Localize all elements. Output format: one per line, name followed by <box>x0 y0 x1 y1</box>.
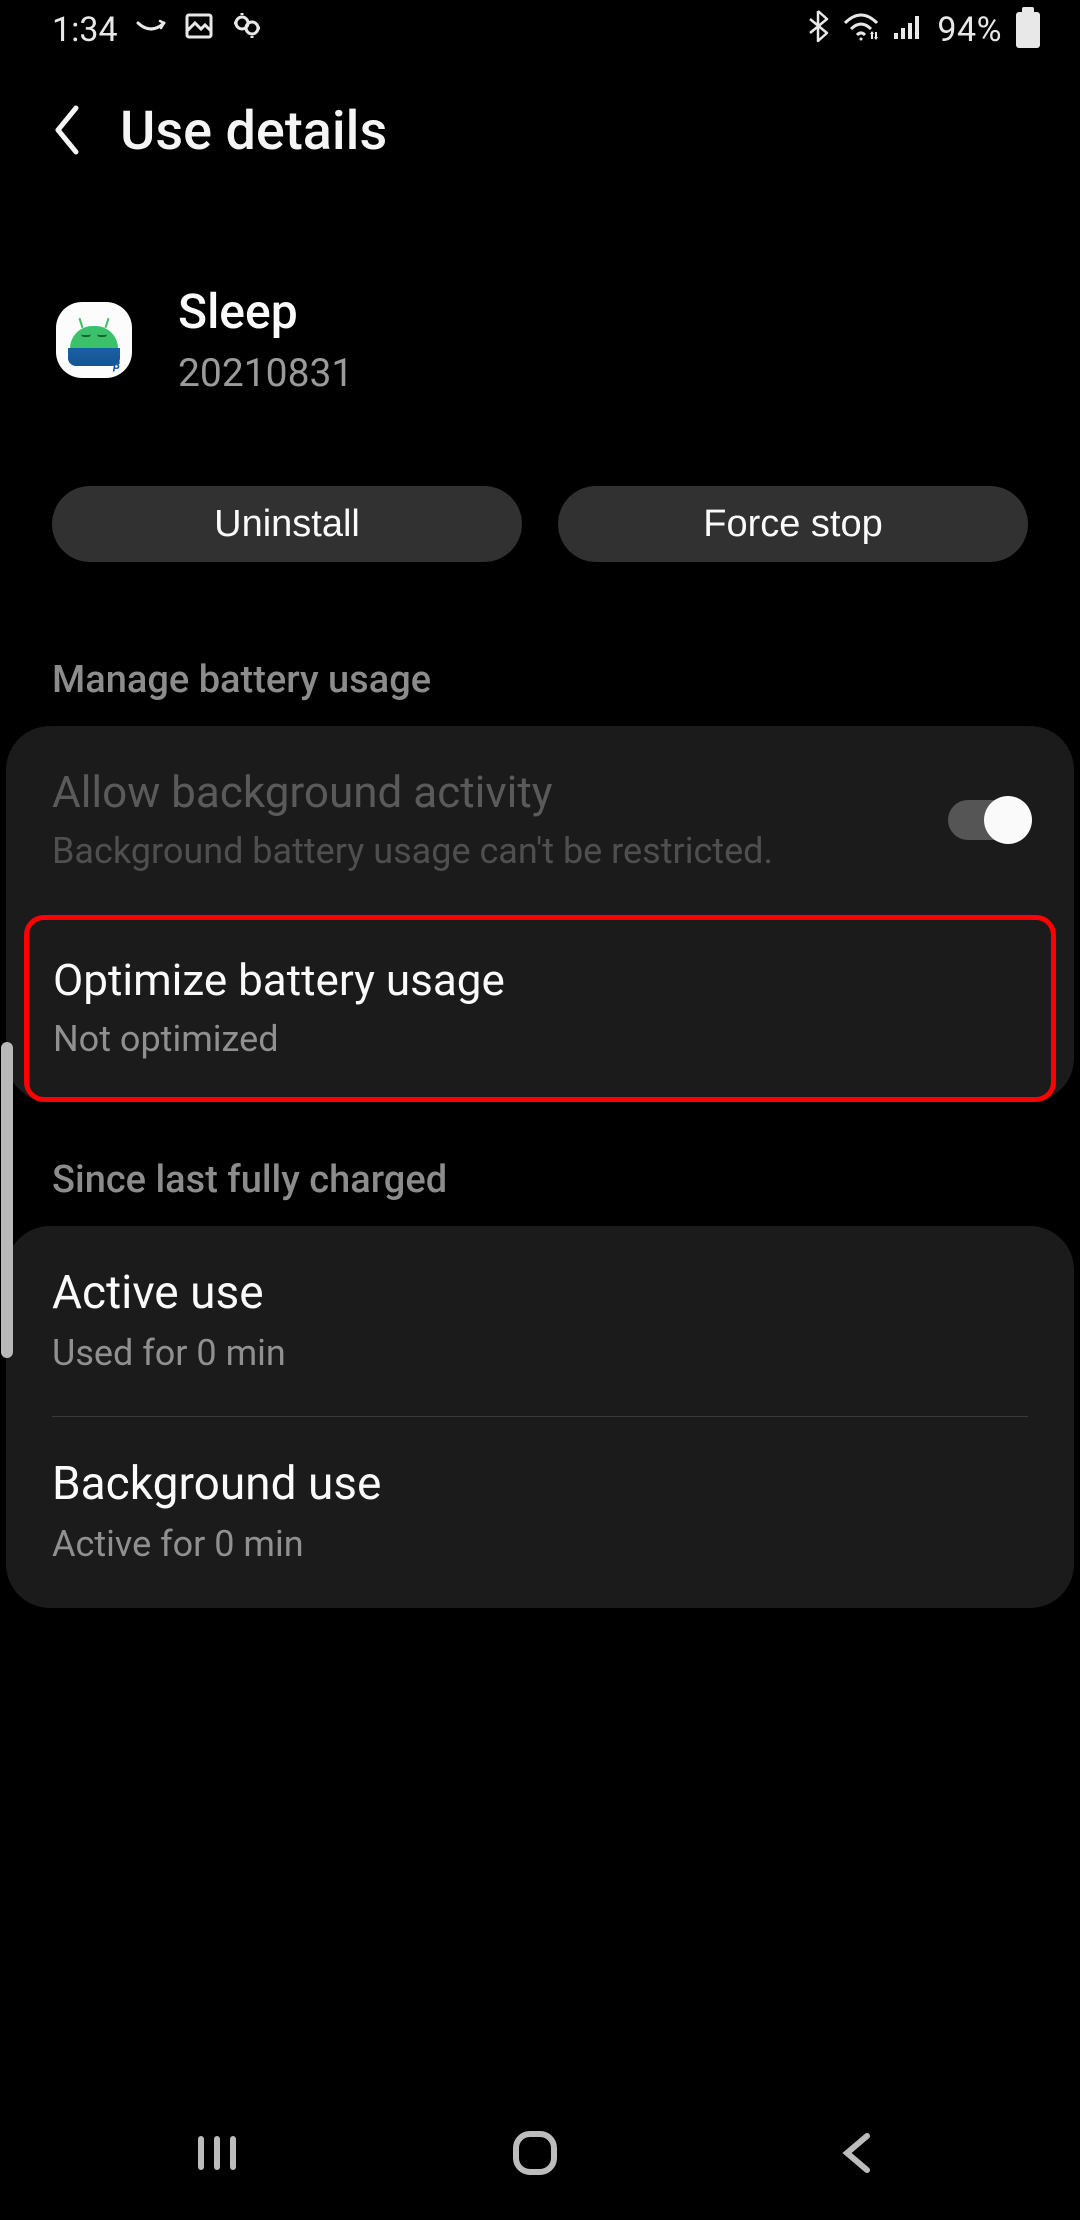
processing-icon <box>232 10 262 50</box>
background-use-subtitle: Active for 0 min <box>52 1521 998 1568</box>
optimize-subtitle: Not optimized <box>53 1016 997 1063</box>
battery-icon <box>1016 12 1040 48</box>
title-bar: Use details <box>0 60 1080 193</box>
image-icon <box>184 10 214 50</box>
active-use-subtitle: Used for 0 min <box>52 1330 998 1377</box>
app-header: β Sleep 20210831 <box>0 193 1080 456</box>
app-name: Sleep <box>178 283 353 340</box>
uninstall-button[interactable]: Uninstall <box>52 486 522 562</box>
signal-icon <box>893 10 923 50</box>
manage-section-header: Manage battery usage <box>0 642 1080 726</box>
since-card: Active use Used for 0 min Background use… <box>6 1226 1074 1609</box>
allow-background-subtitle: Background battery usage can't be restri… <box>52 828 918 875</box>
active-use-title: Active use <box>52 1266 998 1320</box>
background-use-row[interactable]: Background use Active for 0 min <box>52 1416 1028 1608</box>
optimize-highlight: Optimize battery usage Not optimized <box>24 915 1056 1102</box>
wifi-icon <box>843 10 879 50</box>
page-title: Use details <box>120 100 387 163</box>
allow-background-toggle[interactable] <box>948 800 1028 840</box>
recents-button[interactable] <box>197 2133 237 2177</box>
force-stop-button[interactable]: Force stop <box>558 486 1028 562</box>
app-version: 20210831 <box>178 350 353 396</box>
battery-percentage: 94% <box>937 10 1002 50</box>
allow-background-row: Allow background activity Background bat… <box>52 726 1028 915</box>
status-right: 94% <box>807 9 1040 52</box>
amazon-icon <box>136 10 166 50</box>
clock: 1:34 <box>52 10 118 50</box>
optimize-row[interactable]: Optimize battery usage Not optimized <box>29 920 1051 1097</box>
optimize-title: Optimize battery usage <box>53 954 997 1006</box>
status-left: 1:34 <box>52 10 262 50</box>
since-section-header: Since last fully charged <box>0 1142 1080 1226</box>
bluetooth-icon <box>807 9 829 52</box>
nav-back-button[interactable] <box>833 2128 883 2182</box>
navigation-bar <box>0 2090 1080 2220</box>
scrollbar[interactable] <box>1 1042 13 1358</box>
back-icon[interactable] <box>50 102 84 162</box>
app-icon: β <box>56 302 132 378</box>
home-button[interactable] <box>510 2128 560 2182</box>
status-bar: 1:34 94% <box>0 0 1080 60</box>
manage-card: Allow background activity Background bat… <box>6 726 1074 1102</box>
background-use-title: Background use <box>52 1457 998 1511</box>
action-buttons: Uninstall Force stop <box>0 456 1080 642</box>
allow-background-title: Allow background activity <box>52 766 918 818</box>
active-use-row[interactable]: Active use Used for 0 min <box>52 1226 1028 1417</box>
